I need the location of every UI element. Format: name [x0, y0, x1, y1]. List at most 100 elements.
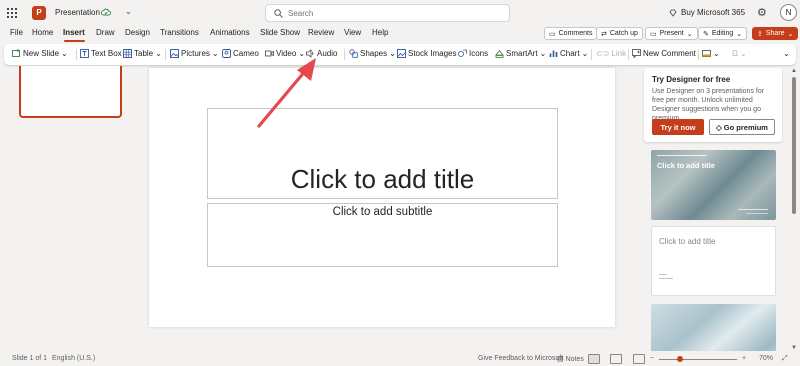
design-suggestion-2[interactable]: Click to add title: [651, 226, 776, 296]
stock-images-button[interactable]: Stock Images: [397, 49, 456, 58]
ribbon-expand-button[interactable]: ⌄: [783, 49, 790, 58]
table-button[interactable]: Table ⌄: [123, 49, 162, 58]
divider: [165, 49, 166, 60]
design-title-text: Click to add title: [657, 161, 715, 170]
slide-counter: Slide 1 of 1: [12, 355, 48, 362]
link-icon: ⊂⊃: [596, 49, 610, 58]
symbols-button[interactable]: Ω ⌄: [732, 49, 747, 58]
tab-design[interactable]: Design: [125, 28, 150, 37]
tab-animations[interactable]: Animations: [210, 28, 250, 37]
table-icon: [123, 49, 132, 58]
share-icon: ⇪: [757, 30, 763, 38]
new-comment-icon: [632, 49, 641, 58]
header-footer-button[interactable]: ⌄: [702, 49, 720, 58]
tab-view[interactable]: View: [344, 28, 361, 37]
present-label: Present: [659, 30, 684, 37]
try-it-now-button[interactable]: Try it now: [652, 119, 704, 135]
link-button[interactable]: ⊂⊃ Link: [596, 49, 626, 58]
gear-icon[interactable]: ⚙: [757, 6, 767, 19]
editing-mode-button[interactable]: ✎ Editing ⌄: [698, 27, 748, 40]
new-slide-button[interactable]: New Slide ⌄: [12, 49, 68, 58]
zoom-slider[interactable]: [659, 359, 737, 360]
catch-up-button[interactable]: ⇄ Catch up: [596, 27, 643, 40]
title-placeholder[interactable]: Click to add title: [207, 108, 558, 199]
zoom-slider-thumb[interactable]: [677, 356, 683, 362]
diamond-icon: ◇: [716, 122, 722, 132]
design-suggestion-1[interactable]: Click to add title: [651, 150, 776, 220]
chevron-down-icon: ⌄: [211, 49, 219, 58]
chevron-down-icon: ⌄: [739, 49, 747, 58]
audio-button[interactable]: Audio: [306, 49, 337, 58]
pictures-icon: [170, 49, 179, 58]
designer-pane: Try Designer for free Use Designer on 3 …: [642, 68, 783, 351]
zoom-out-button[interactable]: −: [650, 355, 654, 362]
notes-button[interactable]: ▤ Notes: [557, 355, 584, 363]
zoom-in-button[interactable]: +: [742, 355, 746, 362]
shapes-label: Shapes: [360, 49, 388, 58]
design-accent-line: [659, 274, 667, 275]
search-box[interactable]: [265, 4, 510, 22]
search-input[interactable]: [288, 7, 498, 20]
divider: [344, 49, 345, 60]
comments-button[interactable]: ▭ Comments: [544, 27, 598, 40]
comment-icon: ▭: [549, 30, 556, 38]
pictures-button[interactable]: Pictures ⌄: [170, 49, 219, 58]
table-label: Table: [134, 49, 154, 58]
slide-thumbnail[interactable]: [19, 66, 122, 118]
chevron-down-icon[interactable]: ⌄: [125, 7, 132, 16]
tab-slide-show[interactable]: Slide Show: [260, 28, 300, 37]
language-indicator[interactable]: English (U.S.): [52, 355, 95, 362]
zoom-level[interactable]: 70%: [759, 355, 773, 362]
designer-promo-card: Try Designer for free Use Designer on 3 …: [644, 68, 782, 142]
subtitle-placeholder-text: Click to add subtitle: [332, 206, 433, 218]
smartart-button[interactable]: SmartArt ⌄: [495, 49, 546, 58]
design-title-text: Click to add title: [659, 237, 716, 246]
comments-label: Comments: [558, 30, 593, 37]
icons-button[interactable]: Icons: [458, 49, 488, 58]
fit-to-window-icon[interactable]: ⤢: [782, 355, 788, 363]
editing-label: Editing: [711, 30, 734, 37]
scroll-down-icon[interactable]: ▼: [791, 345, 797, 351]
design-suggestion-3[interactable]: [651, 304, 776, 351]
buy-microsoft-365-button[interactable]: Buy Microsoft 365: [669, 8, 745, 17]
notes-icon: ▤: [557, 356, 564, 363]
app-launcher-icon[interactable]: [7, 8, 17, 18]
design-accent-line: [657, 155, 707, 156]
new-comment-label: New Comment: [643, 49, 696, 58]
new-comment-button[interactable]: New Comment: [632, 49, 696, 58]
present-button[interactable]: ▭ Present ⌄: [645, 27, 698, 40]
go-premium-label: Go premium: [723, 122, 768, 132]
design-accent-line: [746, 213, 768, 214]
give-feedback-link[interactable]: Give Feedback to Microsoft: [478, 355, 563, 362]
stock-images-label: Stock Images: [408, 49, 457, 58]
video-button[interactable]: Video ⌄: [265, 49, 305, 58]
tab-insert[interactable]: Insert: [63, 28, 85, 37]
chevron-down-icon: ⌄: [155, 49, 162, 58]
reading-view-button[interactable]: [633, 354, 645, 364]
designer-scrollbar[interactable]: ▲ ▼: [790, 66, 798, 351]
tab-home[interactable]: Home: [32, 28, 53, 37]
shapes-button[interactable]: Shapes ⌄: [349, 49, 396, 58]
subtitle-placeholder[interactable]: Click to add subtitle: [207, 203, 558, 267]
chart-button[interactable]: Chart ⌄: [549, 49, 588, 58]
tab-file[interactable]: File: [10, 28, 23, 37]
slide-canvas[interactable]: Click to add title Click to add subtitle: [149, 68, 615, 327]
text-box-button[interactable]: Text Box: [80, 49, 122, 58]
cameo-button[interactable]: Cameo: [222, 49, 259, 58]
tab-draw[interactable]: Draw: [96, 28, 115, 37]
chevron-down-icon: ⌄: [736, 30, 743, 38]
go-premium-button[interactable]: ◇ Go premium: [709, 119, 775, 135]
video-label: Video: [276, 49, 297, 58]
tab-help[interactable]: Help: [372, 28, 388, 37]
tab-review[interactable]: Review: [308, 28, 334, 37]
chart-icon: [549, 50, 558, 57]
document-title[interactable]: Presentation: [55, 8, 100, 17]
normal-view-button[interactable]: [588, 354, 600, 364]
tab-transitions[interactable]: Transitions: [160, 28, 199, 37]
scrollbar-thumb[interactable]: [792, 77, 796, 214]
avatar[interactable]: N: [780, 4, 797, 21]
scroll-up-icon[interactable]: ▲: [791, 68, 797, 74]
new-slide-label: New Slide: [23, 49, 60, 58]
slide-sorter-view-button[interactable]: [610, 354, 622, 364]
share-button[interactable]: ⇪ Share ⌄: [752, 27, 799, 40]
